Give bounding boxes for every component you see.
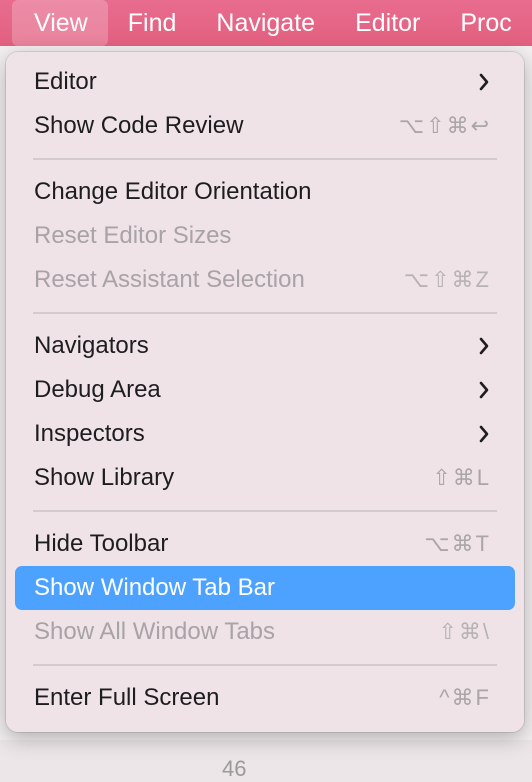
menu-item-show-library[interactable]: Show Library ⇧⌘L <box>15 456 515 500</box>
keyboard-shortcut: ^⌘F <box>439 685 491 710</box>
menu-item-label: Show Library <box>34 464 175 491</box>
keyboard-shortcut: ⌥⇧⌘↩ <box>398 113 491 138</box>
chevron-right-icon <box>477 424 491 444</box>
chevron-right-icon <box>477 336 491 356</box>
menu-separator <box>33 510 497 512</box>
menu-item-label: Enter Full Screen <box>34 684 220 711</box>
menu-item-label: Editor <box>34 68 97 95</box>
menu-item-label: Reset Editor Sizes <box>34 222 232 249</box>
line-number: 46 <box>222 756 247 781</box>
menubar-navigate[interactable]: Navigate <box>196 0 335 46</box>
view-menu-dropdown: Editor Show Code Review ⌥⇧⌘↩ Change Editor … <box>6 52 524 732</box>
keyboard-shortcut: ⇧⌘L <box>432 465 491 490</box>
menu-item-reset-assistant-selection: Reset Assistant Selection ⌥⇧⌘Z <box>15 258 515 302</box>
menubar-view[interactable]: View <box>12 0 108 46</box>
menu-item-reset-editor-sizes: Reset Editor Sizes <box>15 214 515 258</box>
menu-item-label: Show All Window Tabs <box>34 618 276 645</box>
menu-item-label: Navigators <box>34 332 149 359</box>
menu-item-editor[interactable]: Editor <box>15 60 515 104</box>
menu-item-label: Inspectors <box>34 420 145 447</box>
menu-separator <box>33 664 497 666</box>
menu-item-inspectors[interactable]: Inspectors <box>15 412 515 456</box>
keyboard-shortcut: ⌥⌘T <box>424 531 491 556</box>
menu-item-label: Show Code Review <box>34 112 244 139</box>
menu-item-label: Show Window Tab Bar <box>34 574 276 601</box>
menu-item-hide-toolbar[interactable]: Hide Toolbar ⌥⌘T <box>15 522 515 566</box>
keyboard-shortcut: ⇧⌘\ <box>438 619 491 644</box>
menu-item-navigators[interactable]: Navigators <box>15 324 515 368</box>
menu-item-label: Change Editor Orientation <box>34 178 312 205</box>
menu-item-label: Debug Area <box>34 376 161 403</box>
menubar-find[interactable]: Find <box>108 0 197 46</box>
menu-item-show-window-tab-bar[interactable]: Show Window Tab Bar <box>15 566 515 610</box>
chevron-right-icon <box>477 72 491 92</box>
menu-separator <box>33 312 497 314</box>
menu-item-change-editor-orientation[interactable]: Change Editor Orientation <box>15 170 515 214</box>
keyboard-shortcut: ⌥⇧⌘Z <box>403 267 491 292</box>
menu-separator <box>33 158 497 160</box>
menubar-editor[interactable]: Editor <box>335 0 440 46</box>
menubar-product[interactable]: Proc <box>440 0 531 46</box>
menu-item-label: Hide Toolbar <box>34 530 169 557</box>
menu-item-label: Reset Assistant Selection <box>34 266 305 293</box>
menu-item-debug-area[interactable]: Debug Area <box>15 368 515 412</box>
chevron-right-icon <box>477 380 491 400</box>
menu-item-show-all-window-tabs: Show All Window Tabs ⇧⌘\ <box>15 610 515 654</box>
menu-bar: View Find Navigate Editor Proc <box>0 0 532 46</box>
menu-item-show-code-review[interactable]: Show Code Review ⌥⇧⌘↩ <box>15 104 515 148</box>
menu-item-enter-full-screen[interactable]: Enter Full Screen ^⌘F <box>15 676 515 720</box>
